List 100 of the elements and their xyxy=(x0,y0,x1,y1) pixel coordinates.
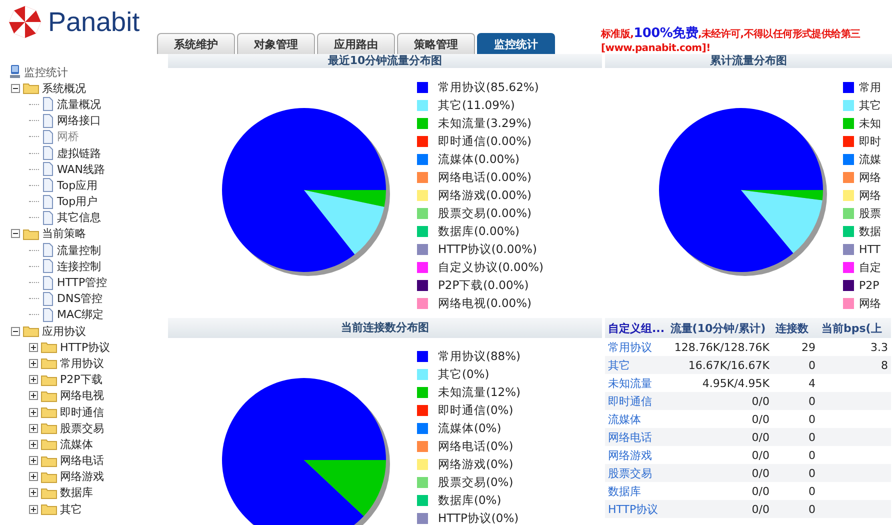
tree-item[interactable]: 网络接口 xyxy=(57,113,101,128)
tree-item[interactable]: 流量概况 xyxy=(57,96,101,112)
table-cell: 0 xyxy=(772,464,818,482)
legend-label: 数据 xyxy=(859,224,881,238)
table-cell: 128.76K/128.76K xyxy=(667,338,772,356)
expand-icon[interactable] xyxy=(29,504,38,514)
expand-icon[interactable] xyxy=(29,424,38,433)
legend-label: 数据库(0.00%) xyxy=(438,224,520,238)
collapse-icon[interactable] xyxy=(11,84,20,93)
folder-icon xyxy=(41,470,57,483)
group-link[interactable]: 常用协议 xyxy=(608,340,652,354)
legend-label: 网络游戏(0%) xyxy=(438,456,514,472)
expand-icon[interactable] xyxy=(29,342,38,352)
folder-icon xyxy=(41,454,57,467)
page-icon xyxy=(42,243,54,258)
legend-label: 自定 xyxy=(859,260,881,274)
page-icon xyxy=(42,259,54,274)
group-link[interactable]: 未知流量 xyxy=(608,376,652,390)
table-cell: 29 xyxy=(772,338,818,356)
expand-icon[interactable] xyxy=(29,472,38,482)
legend-label: HTTP协议(0.00%) xyxy=(438,242,537,256)
table-cell: 4.95K/4.95K xyxy=(667,374,772,392)
table-cell: 0 xyxy=(772,410,818,428)
expand-icon[interactable] xyxy=(29,391,38,400)
tree-item[interactable]: 流量控制 xyxy=(57,242,101,258)
legend-label: 常用协议(85.62%) xyxy=(438,80,539,94)
tree-item[interactable]: 当前策略 xyxy=(42,226,86,242)
expand-icon[interactable] xyxy=(29,488,38,498)
column-header: 自定义组... xyxy=(605,318,668,338)
nav-tab[interactable]: 系统维护 xyxy=(157,33,235,54)
group-link[interactable]: 数据库 xyxy=(608,484,641,498)
tree-item[interactable]: P2P下载 xyxy=(60,372,102,388)
tree-item[interactable]: 应用协议 xyxy=(42,324,86,339)
tree-item[interactable]: DNS管控 xyxy=(57,291,103,306)
tree-item[interactable]: 流媒体 xyxy=(60,436,93,452)
folder-icon xyxy=(41,357,57,370)
table-cell: 4 xyxy=(772,374,818,392)
folder-icon xyxy=(41,503,57,516)
page-icon xyxy=(42,130,54,144)
group-link[interactable]: 网络游戏 xyxy=(608,448,652,462)
legend-label: 流媒体(0.00%) xyxy=(438,152,520,166)
legend-label: 股票交易(0.00%) xyxy=(438,206,532,220)
tree-item[interactable]: 股票交易 xyxy=(60,420,104,436)
page-icon xyxy=(42,146,54,160)
legend-label: 未知 xyxy=(859,116,881,130)
tree-item[interactable]: 网络电话 xyxy=(60,453,104,468)
tree-item[interactable]: Top用户 xyxy=(57,194,98,210)
legend-label: 常用 xyxy=(859,80,881,94)
tree-item[interactable]: 常用协议 xyxy=(60,356,104,371)
legend-label: 即时通信(0%) xyxy=(438,402,514,418)
legend-label: 其它(11.09%) xyxy=(438,98,515,112)
website-notice: [www.panabit.com]! xyxy=(601,42,712,55)
computer-icon xyxy=(9,65,21,80)
table-cell: 0/0 xyxy=(667,428,772,446)
tree-item[interactable]: Top应用 xyxy=(57,178,98,193)
legend-label: P2P下载(0.00%) xyxy=(438,278,529,292)
legend-label: 网络 xyxy=(859,170,881,184)
tree-item[interactable]: WAN线路 xyxy=(57,162,106,177)
expand-icon[interactable] xyxy=(29,440,38,449)
folder-icon xyxy=(23,228,39,240)
folder-icon xyxy=(41,374,57,386)
legend-label: 流媒体(0%) xyxy=(438,420,502,436)
tree-item[interactable]: 虚拟链路 xyxy=(57,146,101,161)
tree-item[interactable]: 监控统计 xyxy=(24,64,68,80)
folder-icon xyxy=(41,390,57,402)
tree-item[interactable]: 网络电视 xyxy=(60,388,104,404)
page-icon xyxy=(42,194,54,209)
page-icon xyxy=(42,292,54,306)
expand-icon[interactable] xyxy=(29,375,38,384)
legend-label: 网络电话(0.00%) xyxy=(438,170,532,184)
tree-item[interactable]: 其它 xyxy=(60,502,82,517)
nav-tab[interactable]: 对象管理 xyxy=(237,33,315,54)
legend-label: P2P xyxy=(859,278,880,292)
nav-tab[interactable]: 应用路由 xyxy=(317,33,395,54)
nav-tab[interactable]: 监控统计 xyxy=(477,33,555,54)
legend-label: 网络电话(0%) xyxy=(438,438,514,454)
tree-item[interactable]: 即时通信 xyxy=(60,404,104,420)
collapse-icon[interactable] xyxy=(11,326,20,336)
table-cell: 0 xyxy=(772,392,818,410)
tree-item[interactable]: HTTP管控 xyxy=(57,275,108,290)
collapse-icon[interactable] xyxy=(11,229,20,238)
column-header: 连接数 xyxy=(772,318,818,338)
license-notice: 标准版,100%免费,未经许可,不得以任何形式提供给第三 xyxy=(601,26,860,42)
expand-icon[interactable] xyxy=(29,408,38,417)
legend-label: 其它(0%) xyxy=(438,366,490,382)
tree-item[interactable]: 连接控制 xyxy=(57,258,101,274)
tree-item[interactable]: 系统概况 xyxy=(42,80,86,96)
tree-item[interactable]: MAC绑定 xyxy=(57,307,104,322)
tree-item[interactable]: 网络游戏 xyxy=(60,469,104,484)
nav-tab[interactable]: 策略管理 xyxy=(397,33,475,54)
tree-item[interactable]: 数据库 xyxy=(60,485,93,500)
group-link[interactable]: 流媒体 xyxy=(608,412,641,426)
tree-item[interactable]: HTTP协议 xyxy=(60,340,110,355)
page-icon xyxy=(42,276,54,290)
legend-label: 未知流量(3.29%) xyxy=(438,116,532,130)
tree-item[interactable]: 其它信息 xyxy=(57,210,101,226)
page-icon xyxy=(42,162,54,176)
expand-icon[interactable] xyxy=(29,456,38,466)
expand-icon[interactable] xyxy=(29,358,38,368)
legend-label: 即时 xyxy=(859,134,881,148)
